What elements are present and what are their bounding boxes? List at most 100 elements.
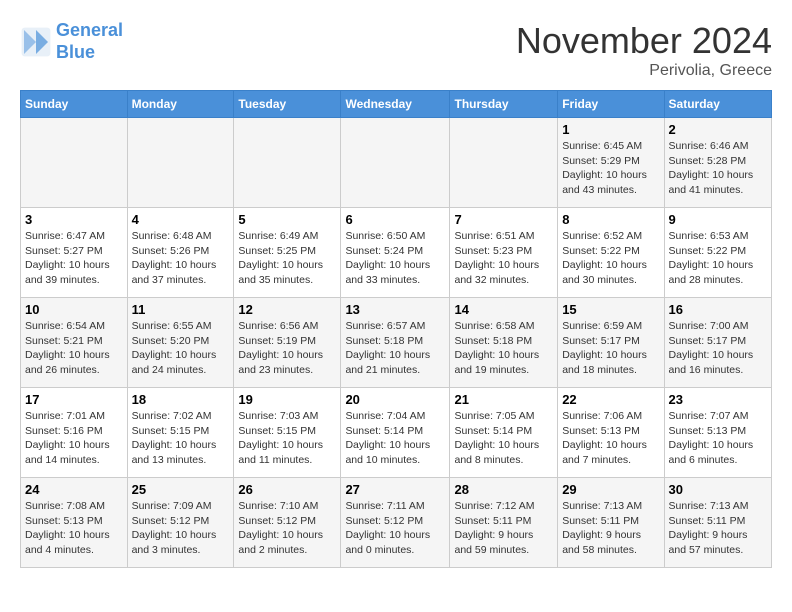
calendar-cell: 26 Sunrise: 7:10 AM Sunset: 5:12 PM Dayli…: [234, 478, 341, 568]
calendar-cell: 5 Sunrise: 6:49 AM Sunset: 5:25 PM Daylig…: [234, 208, 341, 298]
day-header-friday: Friday: [558, 91, 664, 118]
day-info: Sunrise: 6:56 AM Sunset: 5:19 PM Dayligh…: [238, 319, 336, 378]
day-number: 12: [238, 302, 336, 317]
day-info: Sunrise: 7:07 AM Sunset: 5:13 PM Dayligh…: [669, 409, 767, 468]
page-header: General Blue November 2024 Perivolia, Gr…: [20, 20, 772, 80]
day-info: Sunrise: 7:05 AM Sunset: 5:14 PM Dayligh…: [454, 409, 553, 468]
calendar-cell: 27Sunrise: 7:11 AM Sunset: 5:12 PM Dayli…: [341, 478, 450, 568]
day-number: 9: [669, 212, 767, 227]
day-info: Sunrise: 6:48 AM Sunset: 5:26 PM Dayligh…: [132, 229, 230, 288]
day-number: 19: [238, 392, 336, 407]
day-header-saturday: Saturday: [664, 91, 771, 118]
calendar-cell: 4 Sunrise: 6:48 AM Sunset: 5:26 PM Daylig…: [127, 208, 234, 298]
day-number: 25: [132, 482, 230, 497]
day-header-tuesday: Tuesday: [234, 91, 341, 118]
calendar-cell: [234, 118, 341, 208]
calendar-cell: 2Sunrise: 6:46 AM Sunset: 5:28 PM Daylig…: [664, 118, 771, 208]
day-number: 10: [25, 302, 123, 317]
day-info: Sunrise: 7:02 AM Sunset: 5:15 PM Dayligh…: [132, 409, 230, 468]
day-info: Sunrise: 7:10 AM Sunset: 5:12 PM Dayligh…: [238, 499, 336, 558]
day-number: 4: [132, 212, 230, 227]
day-info: Sunrise: 6:49 AM Sunset: 5:25 PM Dayligh…: [238, 229, 336, 288]
calendar-cell: 3Sunrise: 6:47 AM Sunset: 5:27 PM Daylig…: [21, 208, 128, 298]
day-number: 17: [25, 392, 123, 407]
day-number: 3: [25, 212, 123, 227]
calendar-cell: 1Sunrise: 6:45 AM Sunset: 5:29 PM Daylig…: [558, 118, 664, 208]
day-info: Sunrise: 6:59 AM Sunset: 5:17 PM Dayligh…: [562, 319, 659, 378]
day-info: Sunrise: 7:12 AM Sunset: 5:11 PM Dayligh…: [454, 499, 553, 558]
logo-icon: [20, 26, 52, 58]
day-number: 6: [345, 212, 445, 227]
calendar-cell: 20 Sunrise: 7:04 AM Sunset: 5:14 PM Dayli…: [341, 388, 450, 478]
day-number: 7: [454, 212, 553, 227]
calendar-week-row: 17 Sunrise: 7:01 AM Sunset: 5:16 PM Dayli…: [21, 388, 772, 478]
day-info: Sunrise: 7:09 AM Sunset: 5:12 PM Dayligh…: [132, 499, 230, 558]
day-number: 22: [562, 392, 659, 407]
day-info: Sunrise: 7:01 AM Sunset: 5:16 PM Dayligh…: [25, 409, 123, 468]
calendar-cell: 15 Sunrise: 6:59 AM Sunset: 5:17 PM Dayli…: [558, 298, 664, 388]
location-subtitle: Perivolia, Greece: [516, 62, 772, 80]
day-number: 15: [562, 302, 659, 317]
day-info: Sunrise: 6:58 AM Sunset: 5:18 PM Dayligh…: [454, 319, 553, 378]
calendar-cell: 7 Sunrise: 6:51 AM Sunset: 5:23 PM Daylig…: [450, 208, 558, 298]
day-info: Sunrise: 6:57 AM Sunset: 5:18 PM Dayligh…: [345, 319, 445, 378]
day-header-wednesday: Wednesday: [341, 91, 450, 118]
calendar-cell: 10 Sunrise: 6:54 AM Sunset: 5:21 PM Dayli…: [21, 298, 128, 388]
day-number: 28: [454, 482, 553, 497]
calendar-cell: 13 Sunrise: 6:57 AM Sunset: 5:18 PM Dayli…: [341, 298, 450, 388]
day-info: Sunrise: 7:08 AM Sunset: 5:13 PM Dayligh…: [25, 499, 123, 558]
calendar-cell: [127, 118, 234, 208]
calendar-week-row: 10 Sunrise: 6:54 AM Sunset: 5:21 PM Dayli…: [21, 298, 772, 388]
calendar-cell: 24 Sunrise: 7:08 AM Sunset: 5:13 PM Dayli…: [21, 478, 128, 568]
day-number: 14: [454, 302, 553, 317]
calendar-cell: 12 Sunrise: 6:56 AM Sunset: 5:19 PM Dayli…: [234, 298, 341, 388]
calendar-cell: 11 Sunrise: 6:55 AM Sunset: 5:20 PM Dayli…: [127, 298, 234, 388]
calendar-cell: 6 Sunrise: 6:50 AM Sunset: 5:24 PM Daylig…: [341, 208, 450, 298]
calendar-cell: 14 Sunrise: 6:58 AM Sunset: 5:18 PM Dayli…: [450, 298, 558, 388]
calendar-cell: 21 Sunrise: 7:05 AM Sunset: 5:14 PM Dayli…: [450, 388, 558, 478]
calendar-cell: 28 Sunrise: 7:12 AM Sunset: 5:11 PM Dayli…: [450, 478, 558, 568]
calendar-cell: [341, 118, 450, 208]
month-title: November 2024: [516, 20, 772, 62]
day-number: 11: [132, 302, 230, 317]
calendar-cell: 9 Sunrise: 6:53 AM Sunset: 5:22 PM Daylig…: [664, 208, 771, 298]
logo-line2: Blue: [56, 42, 95, 62]
calendar-cell: 30Sunrise: 7:13 AM Sunset: 5:11 PM Dayli…: [664, 478, 771, 568]
day-info: Sunrise: 7:00 AM Sunset: 5:17 PM Dayligh…: [669, 319, 767, 378]
day-number: 30: [669, 482, 767, 497]
day-info: Sunrise: 7:04 AM Sunset: 5:14 PM Dayligh…: [345, 409, 445, 468]
calendar-week-row: 3Sunrise: 6:47 AM Sunset: 5:27 PM Daylig…: [21, 208, 772, 298]
day-info: Sunrise: 6:53 AM Sunset: 5:22 PM Dayligh…: [669, 229, 767, 288]
calendar-week-row: 24 Sunrise: 7:08 AM Sunset: 5:13 PM Dayli…: [21, 478, 772, 568]
day-header-sunday: Sunday: [21, 91, 128, 118]
day-number: 5: [238, 212, 336, 227]
day-number: 8: [562, 212, 659, 227]
day-info: Sunrise: 6:50 AM Sunset: 5:24 PM Dayligh…: [345, 229, 445, 288]
calendar-header-row: SundayMondayTuesdayWednesdayThursdayFrid…: [21, 91, 772, 118]
day-info: Sunrise: 7:03 AM Sunset: 5:15 PM Dayligh…: [238, 409, 336, 468]
day-info: Sunrise: 7:06 AM Sunset: 5:13 PM Dayligh…: [562, 409, 659, 468]
day-number: 24: [25, 482, 123, 497]
day-number: 23: [669, 392, 767, 407]
day-number: 21: [454, 392, 553, 407]
day-header-monday: Monday: [127, 91, 234, 118]
day-number: 26: [238, 482, 336, 497]
calendar-cell: 16 Sunrise: 7:00 AM Sunset: 5:17 PM Dayli…: [664, 298, 771, 388]
calendar-cell: [450, 118, 558, 208]
logo-text: General Blue: [56, 20, 123, 63]
calendar-cell: 25 Sunrise: 7:09 AM Sunset: 5:12 PM Dayli…: [127, 478, 234, 568]
calendar-cell: 8Sunrise: 6:52 AM Sunset: 5:22 PM Daylig…: [558, 208, 664, 298]
day-number: 16: [669, 302, 767, 317]
calendar-cell: 19 Sunrise: 7:03 AM Sunset: 5:15 PM Dayli…: [234, 388, 341, 478]
day-info: Sunrise: 6:55 AM Sunset: 5:20 PM Dayligh…: [132, 319, 230, 378]
calendar-cell: 23 Sunrise: 7:07 AM Sunset: 5:13 PM Dayli…: [664, 388, 771, 478]
day-number: 29: [562, 482, 659, 497]
day-number: 20: [345, 392, 445, 407]
day-info: Sunrise: 7:11 AM Sunset: 5:12 PM Dayligh…: [345, 499, 445, 558]
day-info: Sunrise: 6:51 AM Sunset: 5:23 PM Dayligh…: [454, 229, 553, 288]
day-number: 2: [669, 122, 767, 137]
calendar-week-row: 1Sunrise: 6:45 AM Sunset: 5:29 PM Daylig…: [21, 118, 772, 208]
day-info: Sunrise: 6:54 AM Sunset: 5:21 PM Dayligh…: [25, 319, 123, 378]
calendar-cell: [21, 118, 128, 208]
day-number: 13: [345, 302, 445, 317]
